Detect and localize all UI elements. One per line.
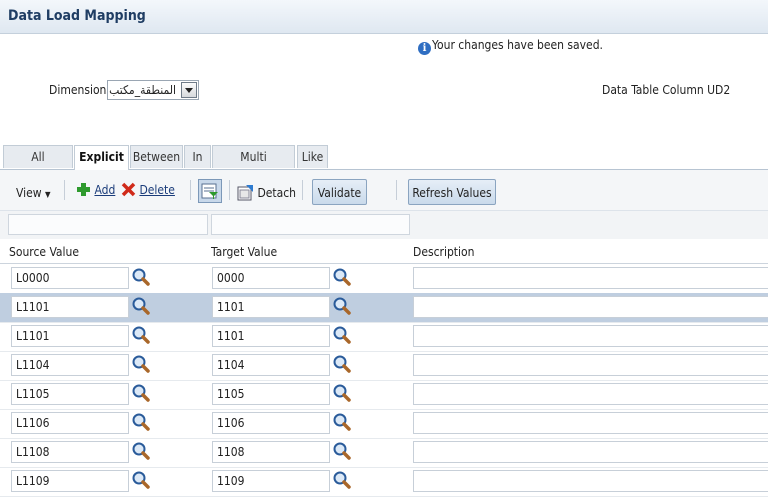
chevron-down-icon: ▼: [45, 190, 51, 199]
description-input[interactable]: [413, 383, 768, 405]
view-menu[interactable]: View ▼: [16, 186, 51, 200]
info-text: Your changes have been saved.: [432, 38, 603, 52]
source-value-input[interactable]: L1101: [11, 296, 129, 318]
query-by-example-button[interactable]: [198, 179, 222, 203]
table-row[interactable]: L0000 0000: [0, 264, 768, 294]
table-row[interactable]: L1104 1104: [0, 351, 768, 381]
filter-row: [0, 211, 768, 239]
source-value-input[interactable]: L1101: [11, 325, 129, 347]
search-icon[interactable]: [131, 470, 151, 490]
description-input[interactable]: [413, 267, 768, 289]
source-value-input[interactable]: L0000: [11, 267, 129, 289]
target-value-input[interactable]: 1104: [212, 354, 330, 376]
add-icon: [77, 183, 90, 196]
table-row[interactable]: L1106 1106: [0, 409, 768, 439]
data-table-column-label: Data Table Column UD2: [602, 83, 731, 97]
dimensions-label: Dimensions: [49, 83, 113, 97]
tab-in[interactable]: In: [184, 145, 211, 168]
detach-icon: [237, 185, 253, 201]
title-bar: Data Load Mapping: [0, 0, 768, 34]
delete-icon: [121, 182, 136, 197]
dimensions-select[interactable]: المنطقة_مكتب: [107, 80, 199, 100]
search-icon[interactable]: [131, 296, 151, 316]
search-icon[interactable]: [332, 470, 352, 490]
table-row[interactable]: L1108 1108: [0, 438, 768, 468]
target-value-input[interactable]: 1105: [212, 383, 330, 405]
dimensions-selected-value: المنطقة_مكتب: [109, 83, 176, 97]
validate-button[interactable]: Validate: [312, 179, 367, 205]
search-icon[interactable]: [332, 441, 352, 461]
search-icon[interactable]: [131, 383, 151, 403]
search-icon[interactable]: [131, 267, 151, 287]
tab-multi-dimension[interactable]: Multi Dimension: [212, 145, 295, 187]
source-value-input[interactable]: L1105: [11, 383, 129, 405]
detach-button[interactable]: Detach: [237, 184, 296, 201]
target-value-input[interactable]: 1109: [212, 470, 330, 492]
refresh-values-button[interactable]: Refresh Values: [408, 179, 496, 205]
search-icon[interactable]: [131, 354, 151, 374]
column-header-target[interactable]: Target Value: [211, 245, 277, 259]
toolbar: View ▼ Add Delete Detach Validate Refres…: [0, 170, 768, 211]
target-value-input[interactable]: 1106: [212, 412, 330, 434]
toolbar-separator: [396, 180, 397, 200]
info-icon: i: [418, 42, 431, 55]
tab-between[interactable]: Between: [130, 145, 183, 168]
target-value-input[interactable]: 0000: [212, 267, 330, 289]
description-input[interactable]: [413, 354, 768, 376]
table-header: Source Value Target Value Description: [0, 241, 768, 264]
toolbar-separator: [302, 180, 303, 200]
source-value-input[interactable]: L1109: [11, 470, 129, 492]
mapping-table: L0000 0000 L1101 1101 L1101 1101 L1104 1…: [0, 264, 768, 500]
source-value-input[interactable]: L1104: [11, 354, 129, 376]
table-row[interactable]: L1101 1101: [0, 322, 768, 352]
delete-label: Delete: [139, 183, 175, 197]
description-input[interactable]: [413, 296, 768, 318]
search-icon[interactable]: [332, 383, 352, 403]
description-input[interactable]: [413, 470, 768, 492]
target-value-input[interactable]: 1101: [212, 296, 330, 318]
tab-explicit[interactable]: Explicit: [74, 145, 129, 170]
description-input[interactable]: [413, 412, 768, 434]
table-row[interactable]: L1109 1109: [0, 467, 768, 497]
column-header-description[interactable]: Description: [413, 245, 475, 259]
search-icon[interactable]: [332, 354, 352, 374]
toolbar-separator: [64, 180, 65, 200]
mapping-tabs: All Mappings Explicit Between In Multi D…: [0, 145, 768, 187]
info-message: i Your changes have been saved.: [418, 38, 603, 55]
toolbar-separator: [190, 180, 191, 200]
tab-like[interactable]: Like: [297, 145, 328, 168]
target-value-input[interactable]: 1101: [212, 325, 330, 347]
search-icon[interactable]: [332, 325, 352, 345]
tab-all-mappings[interactable]: All Mappings: [3, 145, 73, 187]
table-row[interactable]: L1101 1101: [0, 293, 768, 323]
column-header-source[interactable]: Source Value: [9, 245, 79, 259]
add-button[interactable]: Add: [76, 182, 115, 197]
source-filter-input[interactable]: [8, 214, 208, 235]
target-filter-input[interactable]: [211, 214, 410, 235]
source-value-input[interactable]: L1106: [11, 412, 129, 434]
filter-icon: [201, 183, 218, 199]
description-input[interactable]: [413, 325, 768, 347]
detach-label: Detach: [257, 186, 297, 200]
search-icon[interactable]: [131, 412, 151, 432]
description-input[interactable]: [413, 441, 768, 463]
search-icon[interactable]: [332, 296, 352, 316]
toolbar-separator: [229, 180, 230, 200]
chevron-down-icon[interactable]: [181, 82, 197, 98]
table-row[interactable]: L1105 1105: [0, 380, 768, 410]
search-icon[interactable]: [332, 267, 352, 287]
view-label: View: [16, 186, 42, 200]
delete-button[interactable]: Delete: [121, 182, 175, 197]
add-label: Add: [94, 183, 116, 197]
page-title: Data Load Mapping: [8, 8, 146, 24]
search-icon[interactable]: [131, 441, 151, 461]
search-icon[interactable]: [131, 325, 151, 345]
search-icon[interactable]: [332, 412, 352, 432]
target-value-input[interactable]: 1108: [212, 441, 330, 463]
source-value-input[interactable]: L1108: [11, 441, 129, 463]
